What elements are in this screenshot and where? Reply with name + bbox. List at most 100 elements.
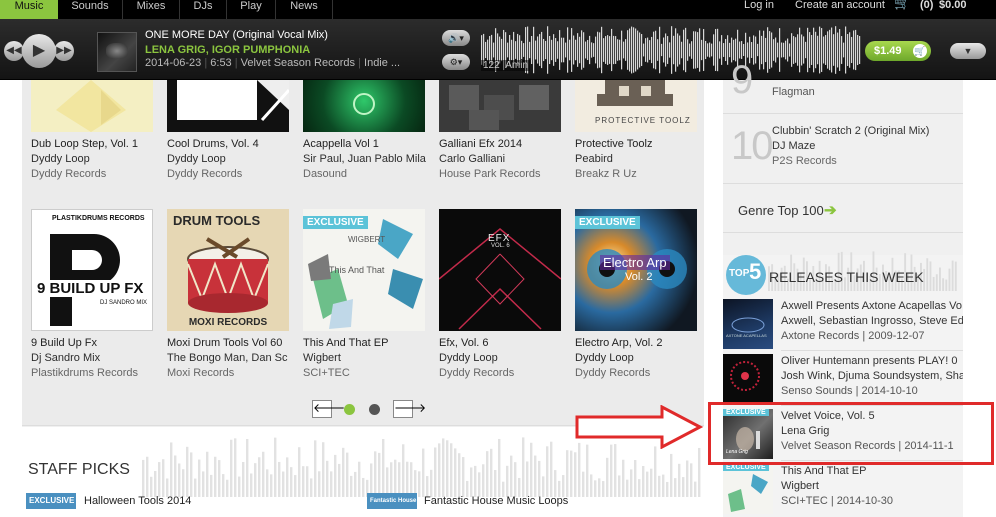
- audio-player: ◀◀ ▶ ▶▶ ONE MORE DAY (Original Vocal Mix…: [0, 19, 996, 80]
- release-title[interactable]: Electro Arp, Vol. 2: [575, 336, 700, 351]
- track-artists[interactable]: LENA GRIG, IGOR PUMPHONIA: [145, 44, 310, 56]
- waveform-bar: [849, 32, 851, 68]
- release-title[interactable]: 9 Build Up Fx: [31, 336, 156, 351]
- weekly-release-item[interactable]: Oliver Huntemann presents PLAY! 0 Josh W…: [723, 354, 963, 409]
- create-account-link[interactable]: Create an account: [795, 0, 885, 11]
- release-cover[interactable]: EFX VOL. 6: [439, 209, 561, 331]
- login-link[interactable]: Log in: [744, 0, 774, 11]
- waveform[interactable]: [481, 26, 861, 74]
- release-artist[interactable]: The Bongo Man, Dan Sc: [167, 351, 292, 366]
- release-cover[interactable]: [439, 80, 561, 132]
- release-cover[interactable]: [167, 80, 289, 132]
- chart-item-label[interactable]: P2S Records: [772, 154, 837, 169]
- nav-djs[interactable]: DJs: [180, 0, 226, 19]
- expand-player-button[interactable]: ▼: [950, 43, 986, 59]
- release-label[interactable]: Dasound: [303, 167, 428, 182]
- carousel-next-button[interactable]: 🡒: [393, 400, 426, 418]
- release-title[interactable]: Galliani Efx 2014: [439, 137, 564, 152]
- release-artist[interactable]: Wigbert: [303, 351, 428, 366]
- release-title[interactable]: Dub Loop Step, Vol. 1: [31, 137, 156, 152]
- release-title[interactable]: Acappella Vol 1: [303, 137, 428, 152]
- carousel-prev-button[interactable]: 🡐: [312, 400, 345, 418]
- release-label[interactable]: Moxi Records: [167, 366, 292, 381]
- release-label[interactable]: Dyddy Records: [575, 366, 700, 381]
- release-artist[interactable]: Dyddy Loop: [31, 152, 156, 167]
- release-label[interactable]: Dyddy Records: [167, 167, 292, 182]
- track-label[interactable]: Velvet Season Records: [241, 57, 355, 69]
- waveform-bar: [310, 478, 313, 497]
- weekly-release-title[interactable]: Oliver Huntemann presents PLAY! 0: [781, 354, 963, 369]
- release-artist[interactable]: Dj Sandro Mix: [31, 351, 156, 366]
- chart-item-artist[interactable]: DJ Maze: [772, 139, 815, 154]
- genre-top-100-link[interactable]: Genre Top 100 ➔: [723, 183, 963, 233]
- release-label[interactable]: Dyddy Records: [31, 167, 156, 182]
- release-thumb[interactable]: [723, 354, 773, 404]
- release-artist[interactable]: Peabird: [575, 152, 700, 167]
- release-title[interactable]: This And That EP: [303, 336, 428, 351]
- release-thumb[interactable]: EXCLUSIVE: [723, 464, 773, 514]
- waveform-bar: [586, 444, 589, 497]
- chart-item-artist[interactable]: Flagman: [772, 85, 815, 100]
- release-cover[interactable]: PROTECTIVE TOOLZ: [575, 80, 697, 132]
- weekly-release-title[interactable]: Axwell Presents Axtone Acapellas Vo: [781, 299, 963, 314]
- release-label[interactable]: Dyddy Records: [439, 366, 564, 381]
- nav-mixes[interactable]: Mixes: [123, 0, 179, 19]
- weekly-release-item[interactable]: AXTONE ACAPELLAS Axwell Presents Axtone …: [723, 299, 963, 354]
- weekly-release-title[interactable]: This And That EP: [781, 464, 963, 479]
- weekly-release-artists[interactable]: Josh Wink, Djuma Soundsystem, Sha: [781, 369, 963, 384]
- release-label[interactable]: SCI+TEC: [303, 366, 428, 381]
- chart-item[interactable]: 10 Clubbin' Scratch 2 (Original Mix) DJ …: [723, 118, 963, 178]
- rewind-icon[interactable]: ◀◀: [4, 41, 24, 61]
- waveform-bar: [214, 456, 217, 497]
- staff-pick-thumb[interactable]: EXCLUSIVE: [26, 493, 76, 509]
- fast-forward-icon[interactable]: ▶▶: [54, 41, 74, 61]
- release-cover[interactable]: DRUM TOOLS MOXI RECORDS: [167, 209, 289, 331]
- staff-pick-title[interactable]: Fantastic House Music Loops: [424, 495, 568, 507]
- weekly-release-artists[interactable]: Axwell, Sebastian Ingrosso, Steve Ed: [781, 314, 963, 329]
- release-label[interactable]: Plastikdrums Records: [31, 366, 156, 381]
- nav-play[interactable]: Play: [227, 0, 275, 19]
- release-artist[interactable]: Dyddy Loop: [439, 351, 564, 366]
- release-artist[interactable]: Dyddy Loop: [167, 152, 292, 167]
- release-label[interactable]: Breakz R Uz: [575, 167, 700, 182]
- carousel-dot[interactable]: [369, 404, 380, 415]
- buy-price-button[interactable]: $1.49 🛒: [865, 41, 931, 61]
- release-cover[interactable]: PLASTIKDRUMS RECORDS 9 BUILD UP FX DJ SA…: [31, 209, 153, 331]
- staff-pick-title[interactable]: Halloween Tools 2014: [84, 495, 191, 507]
- waveform-bar: [622, 459, 625, 497]
- waveform-bar: [685, 27, 687, 73]
- waveform-bar: [753, 35, 755, 65]
- carousel-dot-active[interactable]: [344, 404, 355, 415]
- release-title[interactable]: Protective Toolz: [575, 137, 700, 152]
- nav-sounds[interactable]: Sounds: [58, 0, 122, 19]
- release-cover[interactable]: EXCLUSIVE WIGBERT This And That: [303, 209, 425, 331]
- release-title[interactable]: Moxi Drum Tools Vol 60: [167, 336, 292, 351]
- track-genre[interactable]: Indie ...: [364, 57, 400, 69]
- weekly-release-artists[interactable]: Wigbert: [781, 479, 963, 494]
- release-thumb[interactable]: AXTONE ACAPELLAS: [723, 299, 773, 349]
- staff-pick-thumb[interactable]: Fantastic House Music: [367, 493, 417, 517]
- release-cover[interactable]: [31, 80, 153, 132]
- cart-total[interactable]: $0.00: [939, 0, 967, 11]
- chart-item-title[interactable]: Clubbin' Scratch 2 (Original Mix): [772, 124, 929, 139]
- release-cover[interactable]: EXCLUSIVE Electro Arp Vol. 2: [575, 209, 697, 331]
- volume-icon[interactable]: 🔊▾: [442, 30, 470, 46]
- settings-gear-icon[interactable]: ⚙▾: [442, 54, 470, 70]
- cart-icon[interactable]: 🛒: [894, 0, 910, 9]
- release-cover[interactable]: [303, 80, 425, 132]
- release-artist[interactable]: Carlo Galliani: [439, 152, 564, 167]
- chart-item[interactable]: 9 Flagman: [723, 58, 963, 110]
- release-artist[interactable]: Sir Paul, Juan Pablo Mila: [303, 152, 428, 167]
- weekly-release-item[interactable]: EXCLUSIVE This And That EP Wigbert SCI+T…: [723, 464, 963, 517]
- play-button[interactable]: ▶: [22, 34, 56, 68]
- release-title[interactable]: Cool Drums, Vol. 4: [167, 137, 292, 152]
- nav-music[interactable]: Music: [0, 0, 58, 19]
- release-artist[interactable]: Dyddy Loop: [575, 351, 700, 366]
- waveform-bar: [839, 29, 841, 71]
- release-title[interactable]: Efx, Vol. 6: [439, 336, 564, 351]
- release-label[interactable]: House Park Records: [439, 167, 564, 182]
- waveform-bar: [146, 456, 149, 497]
- waveform-bar: [819, 26, 821, 74]
- nav-news[interactable]: News: [276, 0, 332, 19]
- cart-count[interactable]: (0): [920, 0, 933, 11]
